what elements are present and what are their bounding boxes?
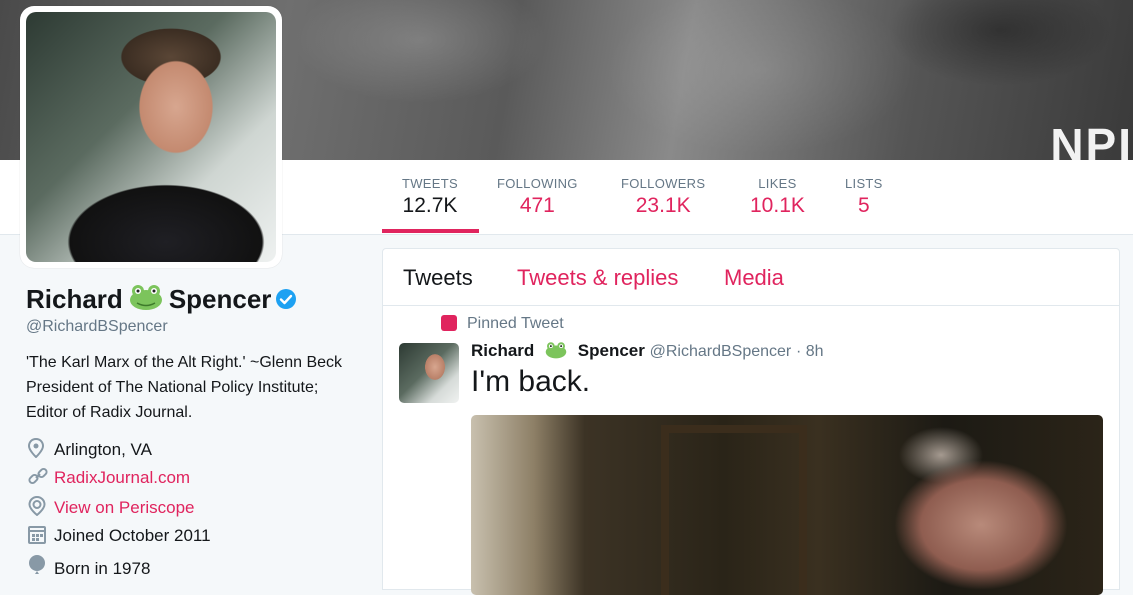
tweet-avatar[interactable] (399, 343, 459, 403)
stat-label: LISTS (845, 176, 883, 191)
tweet-author-first[interactable]: Richard (471, 341, 534, 360)
tab-tweets[interactable]: Tweets (403, 265, 473, 291)
link-icon (28, 466, 48, 491)
media-door-frame (661, 425, 807, 595)
active-tab-indicator (382, 229, 479, 233)
location-text: Arlington, VA (54, 440, 152, 459)
name-first: Richard (26, 284, 123, 314)
tab-media[interactable]: Media (724, 265, 784, 291)
stat-value: 471 (519, 194, 555, 217)
website-link[interactable]: RadixJournal.com (54, 468, 190, 487)
stat-value: 5 (857, 194, 870, 217)
stat-value: 12.7K (402, 194, 458, 217)
tweet-author-last[interactable]: Spencer (578, 341, 645, 360)
profile-birthday: Born in 1978 (28, 555, 150, 582)
tweet-text: I'm back. (471, 365, 591, 398)
calendar-icon (28, 524, 48, 549)
profile-periscope: View on Periscope (28, 495, 195, 521)
tweet-header: Richard Spencer @RichardBSpencer · 8h (471, 341, 824, 364)
profile-joined: Joined October 2011 (28, 524, 211, 549)
joined-text: Joined October 2011 (54, 526, 211, 545)
periscope-icon (28, 495, 48, 521)
verified-badge-icon (275, 286, 297, 317)
tweet-author-handle[interactable]: @RichardBSpencer (650, 343, 792, 360)
profile-location: Arlington, VA (27, 437, 152, 463)
stat-value: 23.1K (635, 194, 691, 217)
name-last: Spencer (168, 284, 272, 314)
stat-following[interactable]: FOLLOWING 471 (497, 176, 578, 218)
stat-label: FOLLOWING (497, 176, 578, 191)
stat-label: FOLLOWERS (621, 176, 706, 191)
tweet-media-gif[interactable] (471, 415, 1103, 595)
pinned-tweet-context: Pinned Tweet (441, 315, 564, 333)
balloon-icon (28, 555, 48, 582)
tab-tweets-replies[interactable]: Tweets & replies (517, 265, 678, 291)
pin-icon (441, 315, 457, 331)
profile-bio: 'The Karl Marx of the Alt Right.' ~Glenn… (26, 354, 343, 421)
stat-value: 10.1K (750, 194, 805, 217)
profile-handle[interactable]: @RichardBSpencer (26, 318, 168, 336)
timeline: Tweets Tweets & replies Media Pinned Twe… (382, 248, 1120, 595)
profile-avatar-frame (20, 6, 282, 268)
stat-label: LIKES (758, 176, 797, 191)
tweet-timestamp[interactable]: · 8h (796, 343, 824, 360)
pinned-label: Pinned Tweet (467, 315, 564, 332)
location-pin-icon (27, 437, 48, 463)
profile-name[interactable]: Richard Spencer (26, 283, 297, 318)
stat-likes[interactable]: LIKES 10.1K (750, 176, 805, 218)
timeline-tabs: Tweets Tweets & replies Media (383, 249, 1119, 306)
stat-followers[interactable]: FOLLOWERS 23.1K (621, 176, 705, 218)
frog-emoji-icon (129, 283, 163, 318)
stat-tweets[interactable]: TWEETS 12.7K (402, 176, 458, 218)
stat-label: TWEETS (402, 176, 458, 191)
periscope-link[interactable]: View on Periscope (54, 498, 195, 517)
frog-emoji-icon (545, 341, 567, 364)
born-text: Born in 1978 (54, 559, 151, 578)
stat-lists[interactable]: LISTS 5 (845, 176, 883, 218)
profile-website: RadixJournal.com (28, 466, 190, 491)
avatar[interactable] (26, 12, 276, 262)
